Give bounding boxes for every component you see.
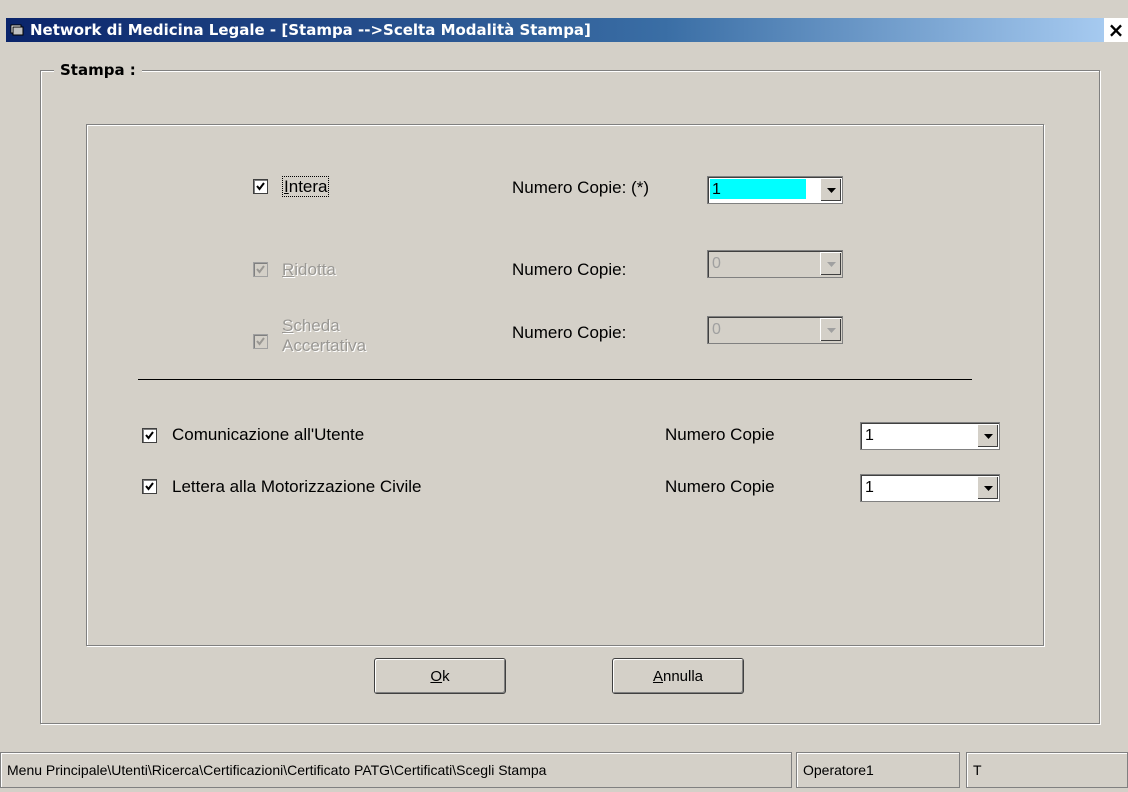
ok-button[interactable]: Ok — [374, 658, 506, 694]
intera-copies-select[interactable]: 1 — [707, 176, 843, 204]
lettera-checkbox[interactable] — [142, 479, 157, 494]
dropdown-arrow-icon[interactable] — [820, 318, 841, 341]
separator-line — [138, 379, 972, 380]
checkmark-icon — [256, 337, 265, 346]
ridotta-checkbox[interactable] — [253, 262, 268, 277]
comunicazione-label[interactable]: Comunicazione all'Utente — [172, 425, 364, 445]
dropdown-arrow-icon[interactable] — [820, 252, 841, 275]
checkmark-icon — [256, 265, 265, 274]
window-title: Network di Medicina Legale - [Stampa -->… — [30, 21, 591, 39]
ridotta-copies-select[interactable]: 0 — [707, 250, 843, 278]
comunicazione-copies-select[interactable]: 1 — [860, 422, 1000, 450]
checkmark-icon — [145, 431, 154, 440]
statusbar-path: Menu Principale\Utenti\Ricerca\Certifica… — [0, 752, 792, 788]
close-button[interactable]: × — [1104, 18, 1128, 42]
groupbox-label: Stampa : — [54, 61, 142, 79]
ridotta-copies-label: Numero Copie: — [512, 260, 627, 279]
scheda-label: Scheda Accertativa — [282, 316, 367, 355]
close-icon: × — [1107, 18, 1125, 42]
dropdown-arrow-icon[interactable] — [977, 424, 998, 447]
scheda-copies-label: Numero Copie: — [512, 323, 627, 342]
lettera-copies-label: Numero Copie — [665, 477, 775, 496]
dialog-window: Network di Medicina Legale - [Stampa -->… — [0, 0, 1128, 792]
scheda-copies-select[interactable]: 0 — [707, 316, 843, 344]
checkmark-icon — [256, 182, 265, 191]
options-panel — [86, 124, 1044, 646]
intera-label[interactable]: Intera — [282, 176, 330, 197]
checkmark-icon — [145, 482, 154, 491]
title-bar[interactable]: Network di Medicina Legale - [Stampa -->… — [6, 18, 1104, 42]
dropdown-arrow-icon[interactable] — [977, 476, 998, 499]
ridotta-label: Ridotta — [282, 260, 336, 279]
app-icon — [10, 24, 24, 36]
lettera-copies-select[interactable]: 1 — [860, 474, 1000, 502]
dropdown-arrow-icon[interactable] — [820, 178, 841, 201]
comunicazione-checkbox[interactable] — [142, 428, 157, 443]
scheda-checkbox[interactable] — [253, 334, 268, 349]
intera-copies-label: Numero Copie: (*) — [512, 178, 649, 197]
cancel-button[interactable]: Annulla — [612, 658, 744, 694]
lettera-label[interactable]: Lettera alla Motorizzazione Civile — [172, 477, 421, 497]
intera-checkbox[interactable] — [253, 179, 268, 194]
statusbar-operator: Operatore1 — [796, 752, 960, 788]
statusbar-extra: T — [966, 752, 1128, 788]
comunicazione-copies-label: Numero Copie — [665, 425, 775, 444]
